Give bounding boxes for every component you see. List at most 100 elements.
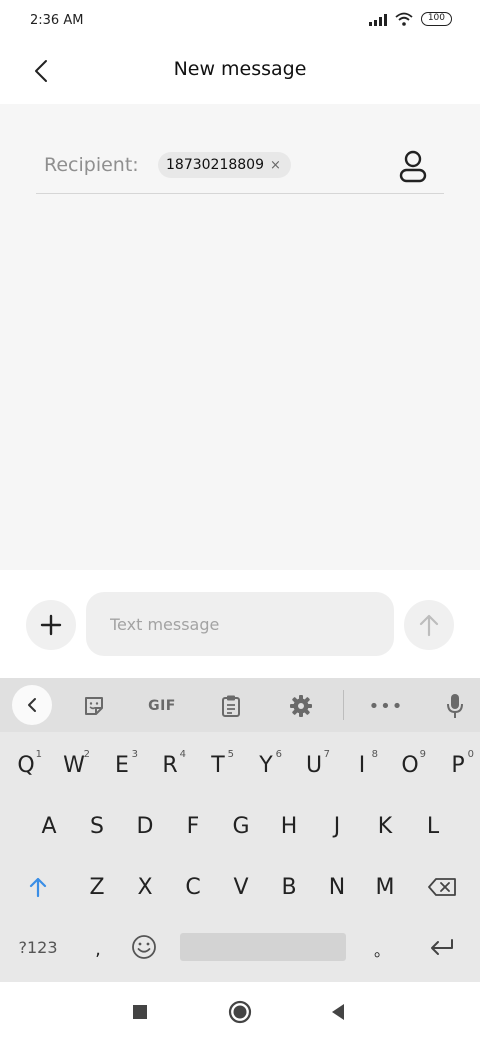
send-button[interactable] (404, 600, 454, 650)
battery-icon: 100 (420, 12, 452, 26)
signal-icon (368, 12, 387, 26)
key-u[interactable]: U7 (292, 740, 336, 790)
key-p[interactable]: P0 (436, 740, 480, 790)
key-f[interactable]: F (171, 801, 215, 851)
square-icon (133, 1005, 147, 1019)
system-nav-bar (0, 982, 480, 1040)
key-l[interactable]: L (411, 801, 455, 851)
recipient-label: Recipient: (44, 154, 139, 176)
status-time: 2:36 AM (30, 13, 84, 28)
enter-key[interactable] (418, 922, 466, 972)
voice-input-button[interactable] (435, 686, 475, 726)
sticker-icon (85, 697, 103, 715)
triangle-left-icon (332, 1004, 344, 1020)
key-label: T (211, 752, 225, 778)
key-hint-number: 9 (419, 749, 426, 760)
status-bar: 2:36 AM 100 (0, 0, 480, 44)
backspace-key[interactable] (418, 862, 466, 912)
more-button[interactable]: ••• (366, 686, 406, 726)
key-e[interactable]: E3 (100, 740, 144, 790)
toolbar-divider (343, 690, 344, 720)
key-b[interactable]: B (267, 862, 311, 912)
keyboard: Q1W2E3R4T5Y6U7I8O9P0 ASDFGHJKL ZXCVBNM ?… (0, 732, 480, 982)
emoji-key[interactable] (122, 922, 166, 972)
status-icons: 100 (368, 12, 452, 26)
key-x[interactable]: X (123, 862, 167, 912)
key-k[interactable]: K (363, 801, 407, 851)
key-j[interactable]: J (315, 801, 359, 851)
key-o[interactable]: O9 (388, 740, 432, 790)
smiley-icon (132, 935, 156, 959)
circle-icon (228, 1000, 252, 1024)
key-label: E (115, 752, 129, 778)
arrow-up-icon (419, 614, 439, 637)
key-hint-number: 0 (467, 749, 474, 760)
page-title: New message (173, 58, 307, 80)
app-header: New message (0, 44, 480, 104)
key-h[interactable]: H (267, 801, 311, 851)
recipient-chip-text: 18730218809 (166, 157, 264, 173)
period-key[interactable]: 。 (360, 924, 404, 974)
key-z[interactable]: Z (75, 862, 119, 912)
key-d[interactable]: D (123, 801, 167, 851)
settings-button[interactable] (281, 686, 321, 726)
key-n[interactable]: N (315, 862, 359, 912)
gif-label: GIF (148, 698, 176, 714)
shift-key[interactable] (16, 862, 60, 912)
key-label: W (63, 752, 85, 778)
attach-button[interactable] (26, 600, 76, 650)
sticker-button[interactable] (74, 686, 114, 726)
clipboard-icon (222, 695, 240, 717)
key-label: I (358, 752, 366, 778)
key-a[interactable]: A (27, 801, 71, 851)
key-hint-number: 5 (227, 749, 234, 760)
recents-button[interactable] (126, 998, 154, 1026)
back-nav-button[interactable] (324, 998, 352, 1026)
key-v[interactable]: V (219, 862, 263, 912)
comma-key[interactable]: , (76, 924, 120, 974)
key-c[interactable]: C (171, 862, 215, 912)
wifi-icon (395, 12, 413, 26)
recipient-row: Recipient: 18730218809 × (36, 144, 444, 194)
shift-arrow-icon (29, 877, 47, 898)
key-label: Q (17, 752, 35, 778)
recipient-chip[interactable]: 18730218809 × (158, 152, 291, 178)
key-g[interactable]: G (219, 801, 263, 851)
key-y[interactable]: Y6 (244, 740, 288, 790)
more-icon: ••• (368, 695, 404, 717)
key-label: P (451, 752, 465, 778)
home-button[interactable] (226, 998, 254, 1026)
person-icon (399, 150, 427, 183)
space-key[interactable] (180, 933, 346, 961)
key-m[interactable]: M (363, 862, 407, 912)
key-hint-number: 4 (179, 749, 186, 760)
message-input[interactable] (86, 592, 394, 656)
gif-button[interactable]: GIF (142, 686, 182, 726)
backspace-icon (428, 878, 456, 896)
key-label: Y (259, 752, 273, 778)
add-contact-button[interactable] (398, 150, 428, 184)
key-hint-number: 6 (275, 749, 282, 760)
message-content-area: Recipient: 18730218809 × (0, 104, 480, 570)
symbols-key[interactable]: ?123 (10, 922, 66, 972)
key-hint-number: 2 (83, 749, 90, 760)
plus-icon (40, 614, 62, 636)
key-hint-number: 3 (131, 749, 138, 760)
key-hint-number: 8 (371, 749, 378, 760)
microphone-icon (447, 694, 463, 718)
remove-recipient-icon[interactable]: × (270, 158, 281, 173)
enter-icon (431, 939, 453, 955)
key-r[interactable]: R4 (148, 740, 192, 790)
keyboard-toolbar: GIF ••• (0, 678, 480, 732)
clipboard-button[interactable] (211, 686, 251, 726)
key-q[interactable]: Q1 (4, 740, 48, 790)
gear-icon (290, 695, 312, 717)
key-s[interactable]: S (75, 801, 119, 851)
key-w[interactable]: W2 (52, 740, 96, 790)
key-i[interactable]: I8 (340, 740, 384, 790)
key-hint-number: 7 (323, 749, 330, 760)
key-label: R (162, 752, 178, 778)
key-t[interactable]: T5 (196, 740, 240, 790)
keyboard-collapse-button[interactable] (12, 685, 52, 725)
chevron-left-icon (28, 698, 36, 712)
